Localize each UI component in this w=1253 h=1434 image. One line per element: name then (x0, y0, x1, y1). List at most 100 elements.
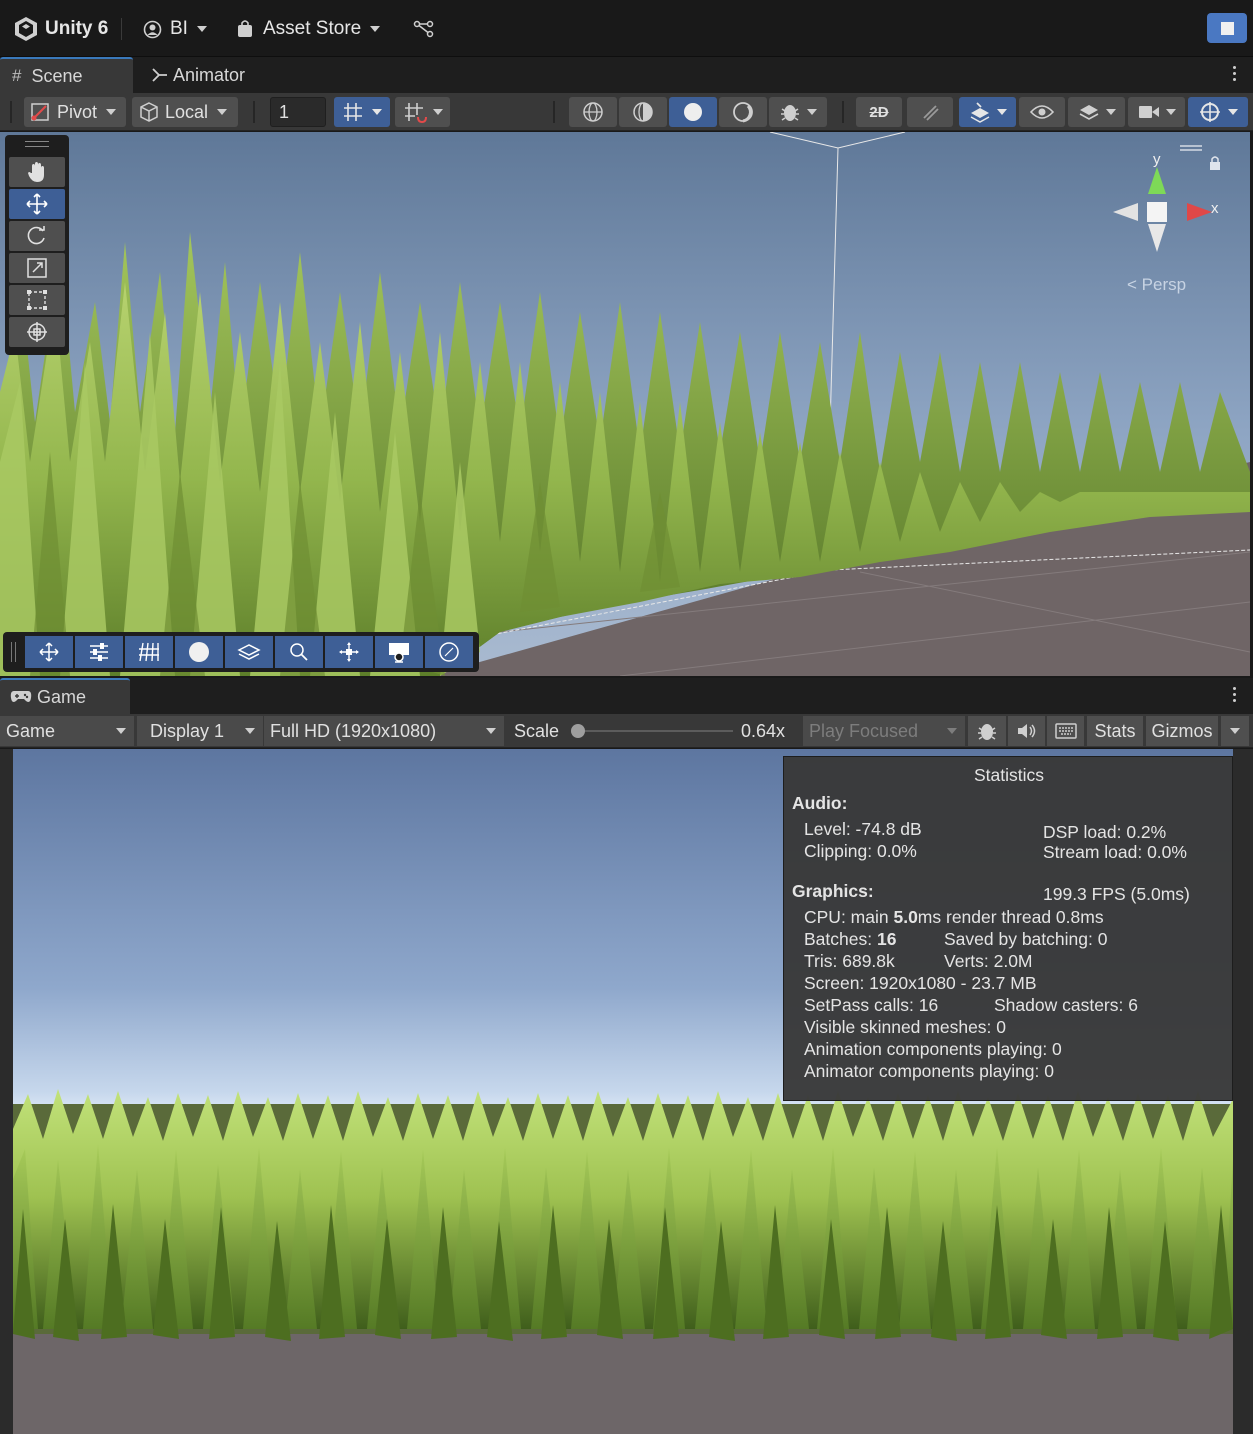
shading-overlay-button[interactable] (175, 636, 223, 668)
shaded-wireframe-button[interactable] (619, 97, 667, 127)
drag-handle[interactable] (11, 642, 16, 662)
search-overlay-button[interactable] (275, 636, 323, 668)
mute-audio-button[interactable] (1008, 716, 1045, 746)
chevron-down-icon (106, 109, 117, 115)
gizmos-dropdown-button[interactable] (1221, 716, 1249, 746)
asset-store-dropdown[interactable]: Asset Store (236, 14, 381, 44)
lock-icon[interactable] (1210, 156, 1220, 170)
chevron-down-icon (116, 728, 126, 734)
projection-toggle[interactable]: < Persp (1127, 275, 1186, 295)
settings-overlay-button[interactable] (75, 636, 123, 668)
neg-x-axis-cone[interactable] (1113, 203, 1138, 221)
scale-icon (27, 258, 47, 278)
pivot-dropdown[interactable]: Pivot (24, 97, 126, 127)
chevron-down-icon (947, 728, 957, 734)
tab-animator-label: Animator (173, 64, 246, 85)
grid-perspective-icon (139, 642, 159, 662)
light-off-icon (923, 105, 939, 121)
center-cube[interactable] (1147, 202, 1167, 222)
grid-snap-value-input[interactable]: 1 (270, 97, 326, 127)
gizmo-drag-handle[interactable] (1180, 145, 1202, 151)
search-icon (290, 643, 308, 661)
cpu-prefix: CPU: main (804, 907, 894, 927)
chevron-down-icon (196, 26, 207, 32)
tab-scene[interactable]: # Scene (0, 57, 133, 93)
scale-slider-track[interactable] (571, 724, 733, 738)
verts-count: Verts: 2.0M (944, 951, 1033, 971)
transform-tool-button[interactable] (9, 317, 65, 347)
screen-info: Screen: 1920x1080 - 23.7 MB (804, 973, 1037, 993)
resolution-dropdown[interactable]: Full HD (1920x1080) (264, 716, 504, 746)
gizmos-dropdown[interactable] (1188, 97, 1248, 127)
chevron-down-icon (372, 109, 382, 115)
x-axis-cone[interactable] (1187, 203, 1212, 221)
effects-dropdown[interactable] (959, 97, 1016, 127)
view-mode-dropdown[interactable]: Game (0, 716, 134, 746)
unlit-sphere-icon (733, 102, 753, 123)
move-tool-button[interactable] (9, 189, 65, 219)
eye-icon (1030, 105, 1054, 119)
rotate-icon (27, 226, 45, 245)
rotate-tool-button[interactable] (9, 221, 65, 251)
tab-scene-label: Scene (31, 65, 83, 86)
layers-overlay-button[interactable] (225, 636, 273, 668)
shadow-casters: Shadow casters: 6 (994, 995, 1138, 1015)
grid-overlay-button[interactable] (125, 636, 173, 668)
stop-button[interactable] (1207, 13, 1247, 43)
saved-by-batching: Saved by batching: 0 (944, 929, 1108, 949)
tris-count: Tris: 689.8k (804, 951, 895, 971)
asset-store-label: Asset Store (263, 18, 362, 39)
rect-tool-button[interactable] (9, 285, 65, 315)
move-overlay-button[interactable] (25, 636, 73, 668)
keyboard-icon (1054, 723, 1077, 739)
wireframe-shading-button[interactable] (569, 97, 617, 127)
hand-tool-button[interactable] (9, 157, 65, 187)
play-mode-dropdown[interactable]: Play Focused (803, 716, 965, 746)
debug-draw-mode-dropdown[interactable] (769, 97, 827, 127)
display-dropdown[interactable]: Display 1 (137, 716, 263, 746)
version-control-button[interactable] (413, 14, 435, 44)
stats-toggle[interactable]: Stats (1087, 716, 1143, 746)
unity-logo-menu[interactable]: Unity 6 (14, 14, 108, 44)
cpu-suffix: ms render thread 0.8ms (917, 907, 1104, 927)
y-axis-cone[interactable] (1148, 167, 1166, 194)
local-dropdown[interactable]: Local (132, 97, 238, 127)
account-dropdown[interactable]: BI (143, 14, 207, 44)
neg-y-axis-cone[interactable] (1148, 224, 1166, 252)
chevron-down-icon (807, 109, 817, 115)
overlay-toolbar (3, 632, 479, 672)
scene-tab-bar: # Scene Animator (0, 57, 1253, 93)
drag-handle[interactable] (25, 141, 49, 147)
gizmos-toggle[interactable]: Gizmos (1146, 716, 1218, 746)
grip-handle[interactable] (10, 101, 12, 123)
unlit-button[interactable] (719, 97, 767, 127)
snap-increment-toggle[interactable] (395, 97, 450, 127)
lighting-toggle[interactable] (907, 97, 953, 127)
scale-slider-thumb[interactable] (571, 724, 585, 738)
grid-visibility-toggle[interactable] (334, 97, 390, 127)
camera-overlay-button[interactable] (375, 636, 423, 668)
animator-components: Animator components playing: 0 (804, 1061, 1054, 1081)
navigation-overlay-button[interactable] (325, 636, 373, 668)
unity-logo-icon (15, 17, 37, 41)
scene-toolbar: Pivot Local 1 2D (0, 93, 1253, 131)
game-toolbar: Game Display 1 Full HD (1920x1080) Scale… (0, 714, 1253, 748)
tab-game[interactable]: Game (0, 678, 130, 714)
compass-overlay-button[interactable] (425, 636, 473, 668)
more-options-icon[interactable] (1233, 66, 1237, 84)
game-view-border (0, 749, 13, 1434)
keyboard-shortcuts-button[interactable] (1047, 716, 1084, 746)
layers-dropdown[interactable] (1068, 97, 1125, 127)
hand-icon (28, 162, 44, 182)
camera-settings-dropdown[interactable] (1128, 97, 1185, 127)
frame-debugger-button[interactable] (968, 716, 1006, 746)
2d-toggle[interactable]: 2D (856, 97, 902, 127)
tab-animator[interactable]: Animator (140, 57, 270, 93)
scale-tool-button[interactable] (9, 253, 65, 283)
scene-visibility-toggle[interactable] (1019, 97, 1065, 127)
chevron-down-icon (245, 728, 255, 734)
cpu-timing: CPU: main 5.0ms render thread 0.8ms (804, 907, 1104, 928)
scene-viewport[interactable]: y x < Persp (0, 132, 1250, 676)
more-options-icon[interactable] (1233, 687, 1237, 705)
shaded-button[interactable] (669, 97, 717, 127)
